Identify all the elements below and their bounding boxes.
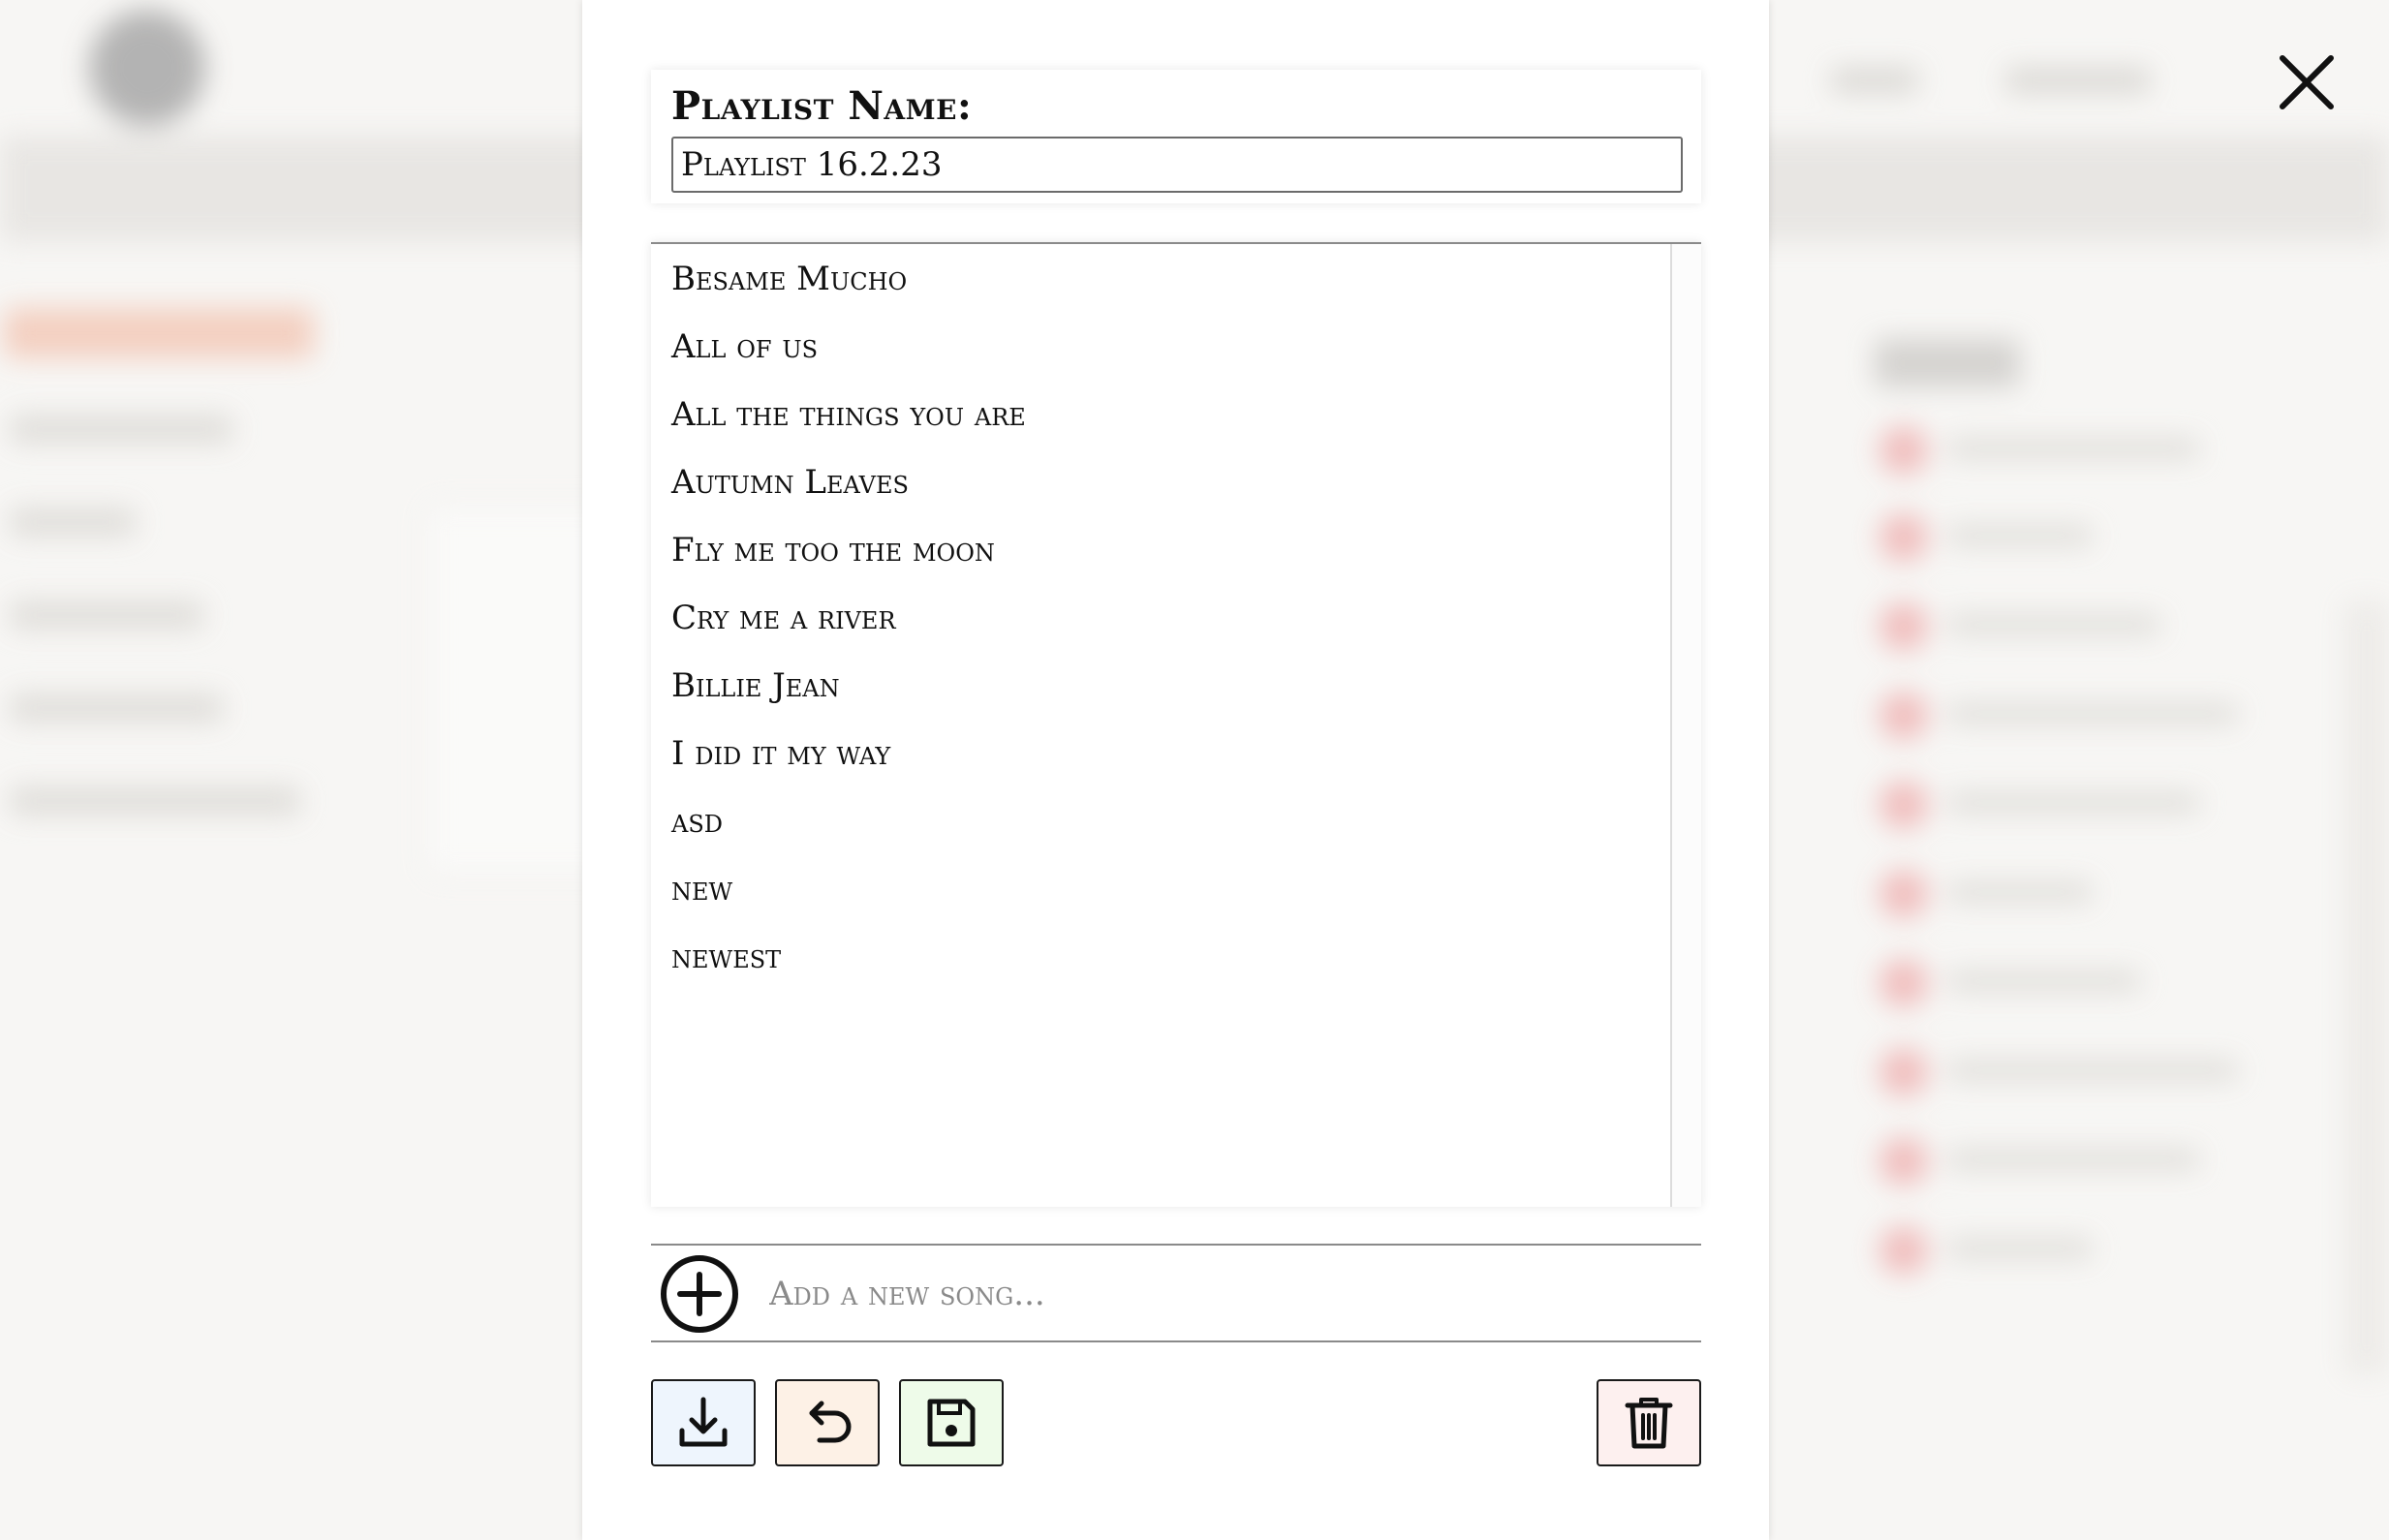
song-list-item[interactable]: Besame Mucho	[651, 245, 1670, 313]
background-sidebar-item	[10, 415, 233, 444]
background-line	[1947, 525, 2093, 546]
background-line	[1947, 703, 2238, 724]
background-dot	[1879, 513, 1928, 562]
song-list-item[interactable]: Fly me too the moon	[651, 516, 1670, 584]
background-sidebar-item	[10, 601, 203, 630]
background-dot	[1879, 602, 1928, 651]
background-dot	[1879, 959, 1928, 1007]
background-line	[1947, 792, 2199, 814]
background-sidebar-item	[10, 693, 223, 723]
song-list-item[interactable]: I did it my way	[651, 720, 1670, 787]
song-list-item[interactable]: Cry me a river	[651, 584, 1670, 652]
background-line	[1947, 1238, 2093, 1259]
song-list: Besame Mucho All of us All the things you …	[651, 244, 1670, 1207]
background-line	[1947, 970, 2141, 992]
background-dot	[1879, 1226, 1928, 1275]
song-list-item[interactable]: Billie Jean	[651, 652, 1670, 720]
playlist-name-label: Playlist Name:	[671, 83, 973, 129]
plus-circle-icon[interactable]	[659, 1253, 740, 1335]
add-song-input[interactable]	[767, 1263, 1662, 1325]
song-list-scrollbar[interactable]	[1670, 244, 1701, 1207]
download-button[interactable]	[651, 1379, 756, 1466]
background-dot	[1879, 1137, 1928, 1186]
background-strip	[2344, 601, 2389, 1375]
background-line	[1947, 438, 2199, 459]
background-line	[1947, 614, 2160, 635]
playlist-name-card: Playlist Name:	[651, 70, 1701, 203]
background-dot	[1879, 1048, 1928, 1096]
undo-button[interactable]	[775, 1379, 880, 1466]
download-icon	[679, 1397, 728, 1447]
undo-icon	[809, 1401, 852, 1443]
add-song-row	[651, 1244, 1701, 1342]
background-line	[1947, 1060, 2238, 1081]
delete-button[interactable]	[1597, 1379, 1701, 1466]
background-dot	[1879, 426, 1928, 475]
song-list-item[interactable]: new	[651, 855, 1670, 923]
background-sidebar-item	[10, 508, 136, 537]
playlist-name-input[interactable]	[671, 137, 1683, 193]
background-dot	[1879, 781, 1928, 829]
song-list-item[interactable]: All the things you are	[651, 381, 1670, 448]
background-avatar	[89, 10, 205, 126]
background-panel-title	[1875, 339, 2020, 387]
background-line	[1947, 1149, 2199, 1170]
song-list-item[interactable]: asd	[651, 787, 1670, 855]
background-dot	[1879, 692, 1928, 740]
background-nav-item	[2005, 68, 2151, 93]
song-list-item[interactable]: All of us	[651, 313, 1670, 381]
close-icon[interactable]	[2277, 52, 2337, 112]
song-list-item[interactable]: newest	[651, 923, 1670, 991]
floppy-disk-icon	[927, 1399, 976, 1447]
background-nav-item	[1831, 68, 1918, 93]
background-dot	[1879, 870, 1928, 918]
trash-icon	[1625, 1398, 1673, 1449]
background-sidebar-item	[10, 786, 300, 816]
song-list-item[interactable]: Autumn Leaves	[651, 448, 1670, 516]
background-line	[1947, 881, 2093, 903]
playlist-editor-modal: Playlist Name: Besame MuchoAll of usAll …	[582, 0, 1769, 1540]
song-list-card: Besame Mucho All of us All the things you …	[651, 242, 1701, 1207]
background-sidebar-item	[4, 308, 314, 358]
save-button[interactable]	[899, 1379, 1004, 1466]
